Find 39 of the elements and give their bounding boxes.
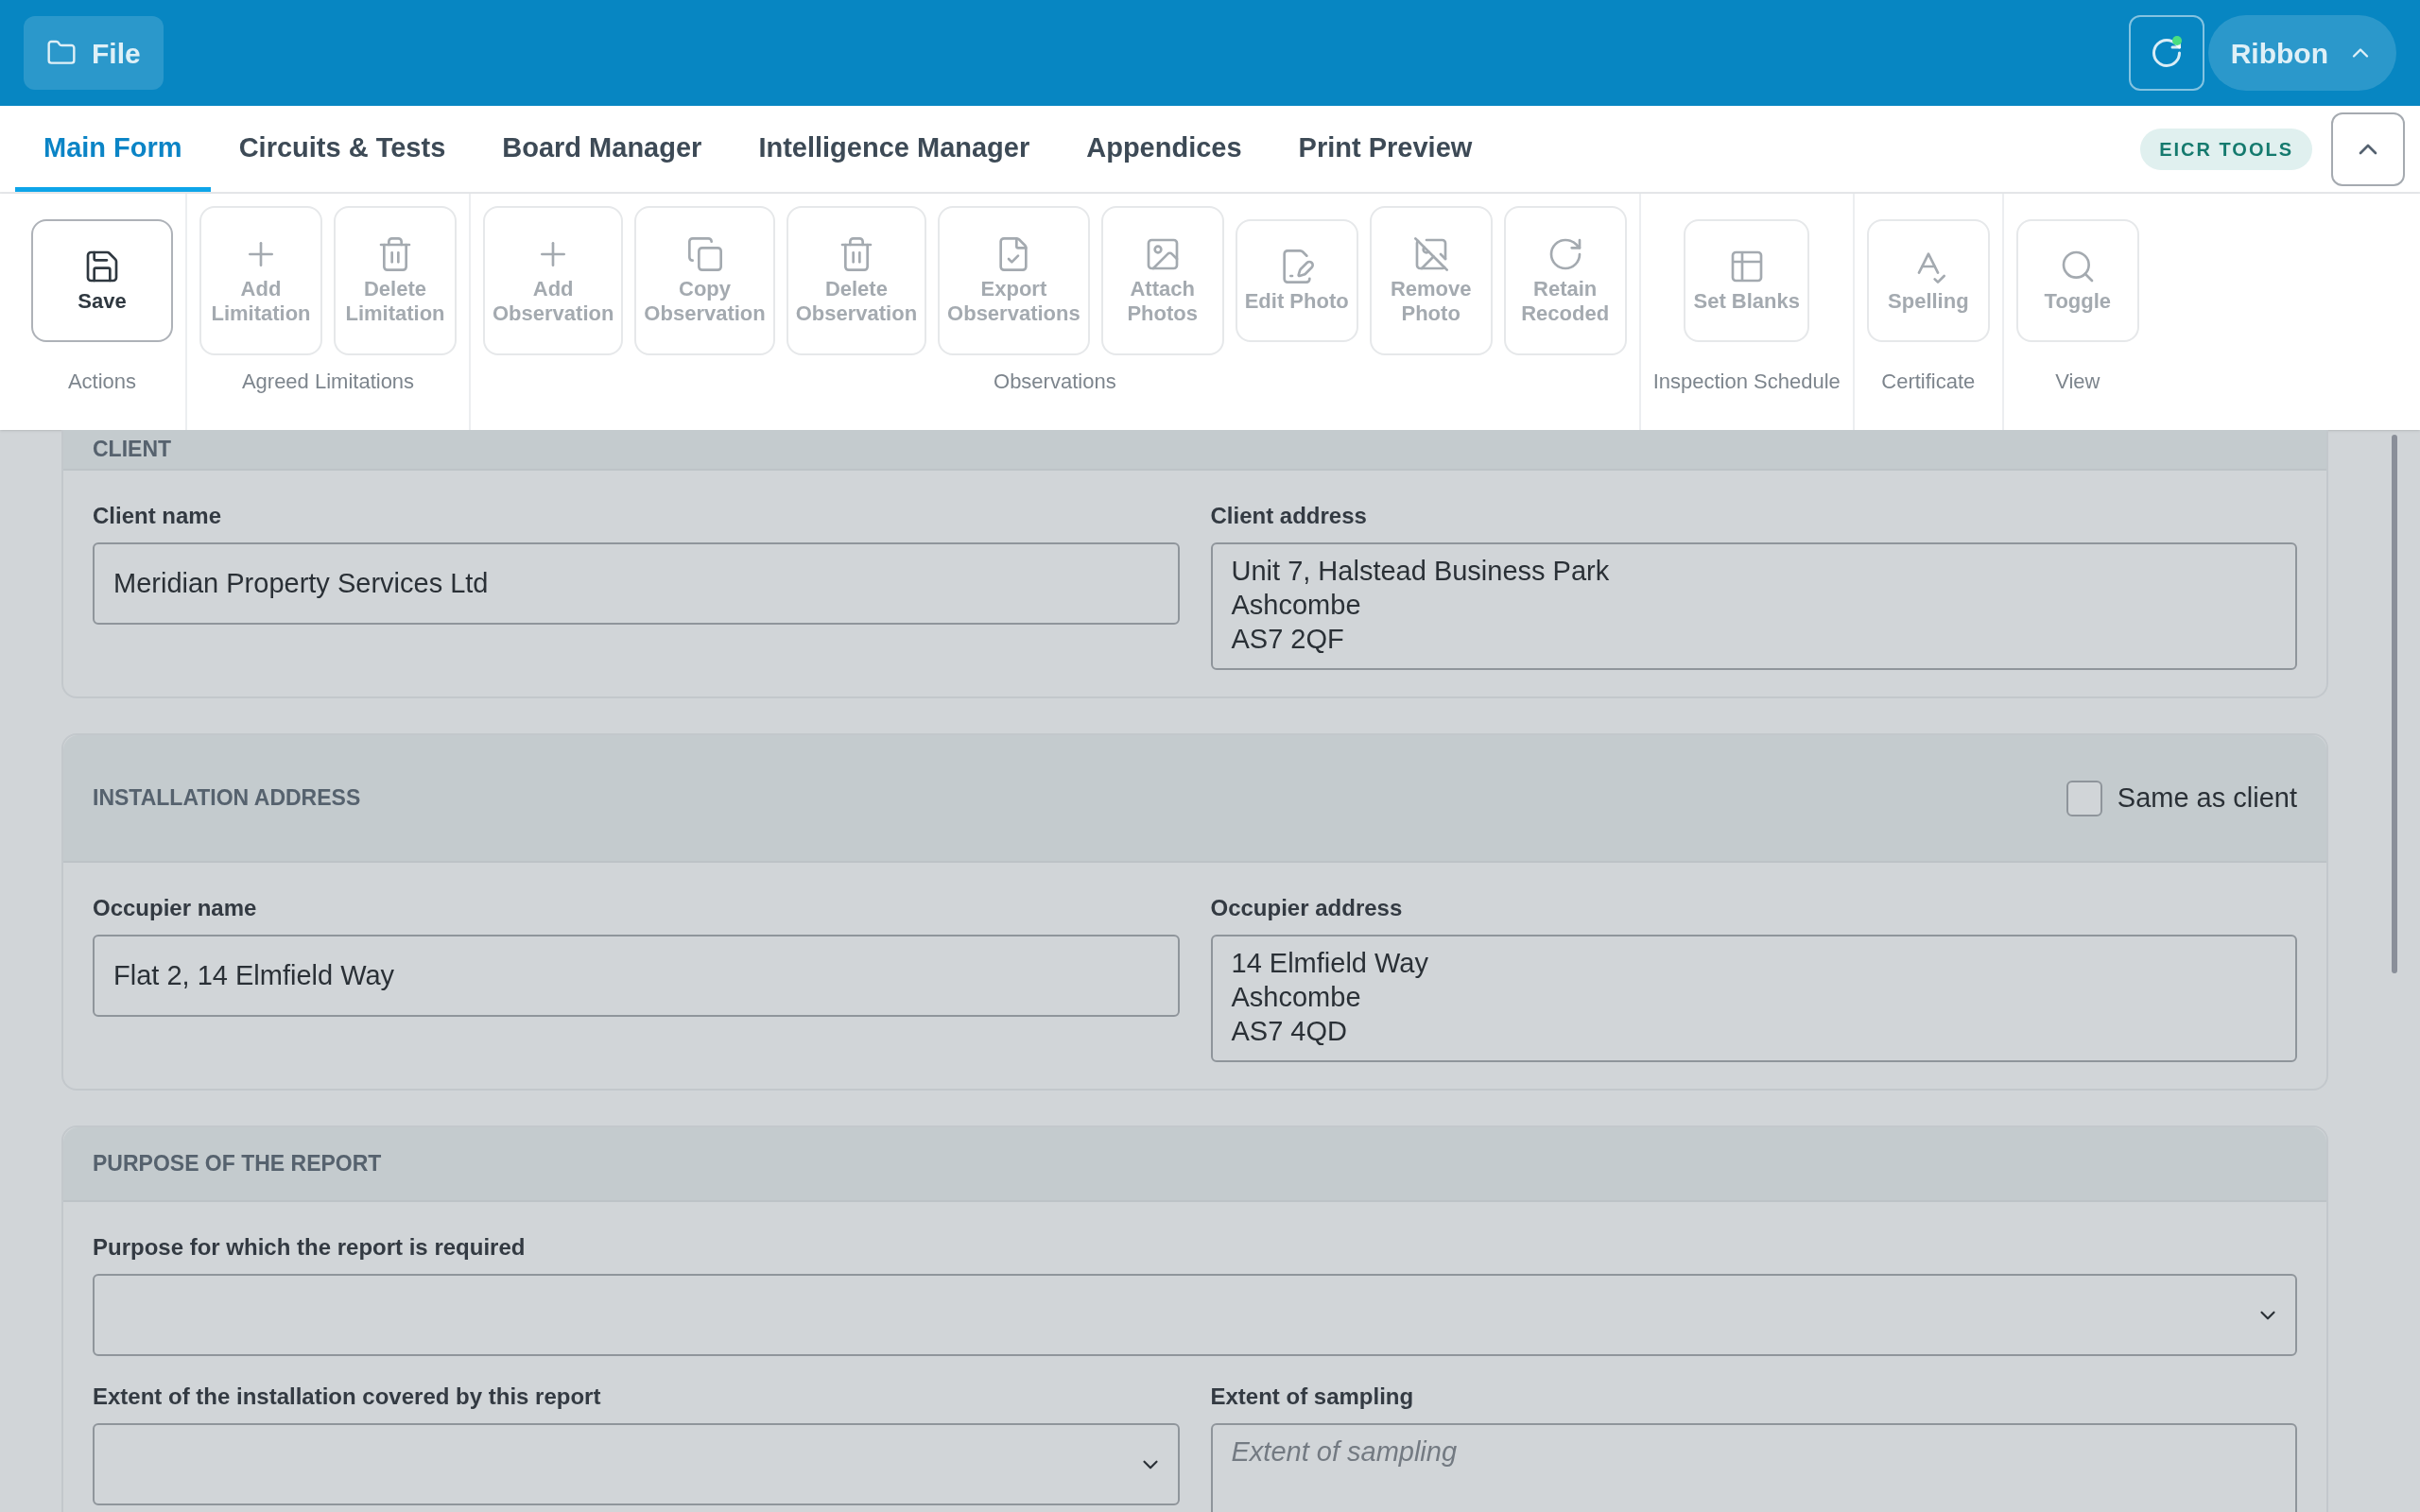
field-label: Extent of sampling <box>1210 1383 1415 1411</box>
group-label: Certificate <box>1881 369 1976 395</box>
field-label: Occupier name <box>93 894 258 922</box>
text-field[interactable]: Flat 2, 14 Elmfield Way <box>93 935 1180 1017</box>
text-field[interactable]: Meridian Property Services Ltd <box>93 542 1180 625</box>
field-label: Extent of the installation covered by this report <box>93 1383 602 1411</box>
collapse-button[interactable] <box>2331 112 2405 186</box>
tab[interactable]: Print Preview <box>1270 106 1501 192</box>
group-label: Observations <box>994 369 1116 395</box>
section-title: INSTALLATION ADDRESS <box>93 784 361 813</box>
tools-badge: EICR TOOLS <box>2140 128 2312 170</box>
copy-icon <box>685 235 724 273</box>
textarea-field[interactable]: Extent of sampling <box>1210 1423 2297 1512</box>
group-label: Inspection Schedule <box>1652 369 1841 395</box>
tab[interactable]: Intelligence Manager <box>730 106 1059 192</box>
save-button[interactable]: Save <box>31 219 173 342</box>
field-label: Occupier address <box>1210 894 1404 922</box>
sync-button[interactable] <box>2128 15 2204 91</box>
select-field[interactable] <box>93 1274 2297 1356</box>
file-button[interactable]: File <box>24 16 164 90</box>
tab[interactable]: Appendices <box>1058 106 1270 192</box>
tab[interactable]: Board Manager <box>474 106 731 192</box>
scrollbar-thumb[interactable] <box>2391 435 2397 973</box>
group-label: View <box>2055 369 2100 395</box>
section-title: PURPOSE OF THE REPORT <box>93 1150 382 1178</box>
group-label: Actions <box>67 369 137 395</box>
textarea-field[interactable]: Unit 7, Halstead Business Park Ashcombe AS7 2QF <box>1210 542 2297 670</box>
section-title: CLIENT <box>93 436 172 464</box>
checkbox[interactable] <box>2066 780 2102 816</box>
field-label: Client address <box>1210 502 1368 530</box>
textarea-field[interactable]: 14 Elmfield Way Ashcombe AS7 4QD <box>1210 935 2297 1062</box>
field-label: Purpose for which the report is required <box>93 1233 527 1262</box>
select-field[interactable] <box>93 1423 1180 1505</box>
field-label: Client name <box>93 502 223 530</box>
ribbon-toggle-button[interactable]: Ribbon <box>2207 15 2396 91</box>
tab[interactable]: Circuits & Tests <box>210 106 475 192</box>
image-remove-icon <box>1411 235 1450 273</box>
checkbox-label: Same as client <box>2117 781 2297 815</box>
group-label: Agreed Limitations <box>241 369 415 395</box>
